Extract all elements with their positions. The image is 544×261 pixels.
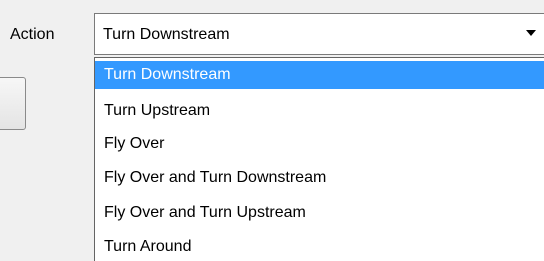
option-turn-around[interactable]: Turn Around [95, 233, 544, 261]
option-fly-over-and-turn-upstream[interactable]: Fly Over and Turn Upstream [95, 199, 544, 227]
option-turn-downstream[interactable]: Turn Downstream [95, 61, 544, 89]
action-label: Action [10, 26, 55, 43]
action-combobox[interactable]: Turn Downstream [94, 13, 544, 55]
chevron-down-icon [526, 30, 536, 36]
option-turn-upstream[interactable]: Turn Upstream [95, 97, 544, 125]
action-dropdown-list: Turn Downstream Turn Upstream Fly Over F… [94, 57, 544, 261]
dropdown-arrow-button[interactable] [522, 14, 544, 54]
option-fly-over[interactable]: Fly Over [95, 130, 544, 158]
option-fly-over-and-turn-downstream[interactable]: Fly Over and Turn Downstream [95, 164, 544, 192]
partial-button[interactable] [0, 77, 26, 130]
action-combobox-value: Turn Downstream [103, 26, 230, 43]
